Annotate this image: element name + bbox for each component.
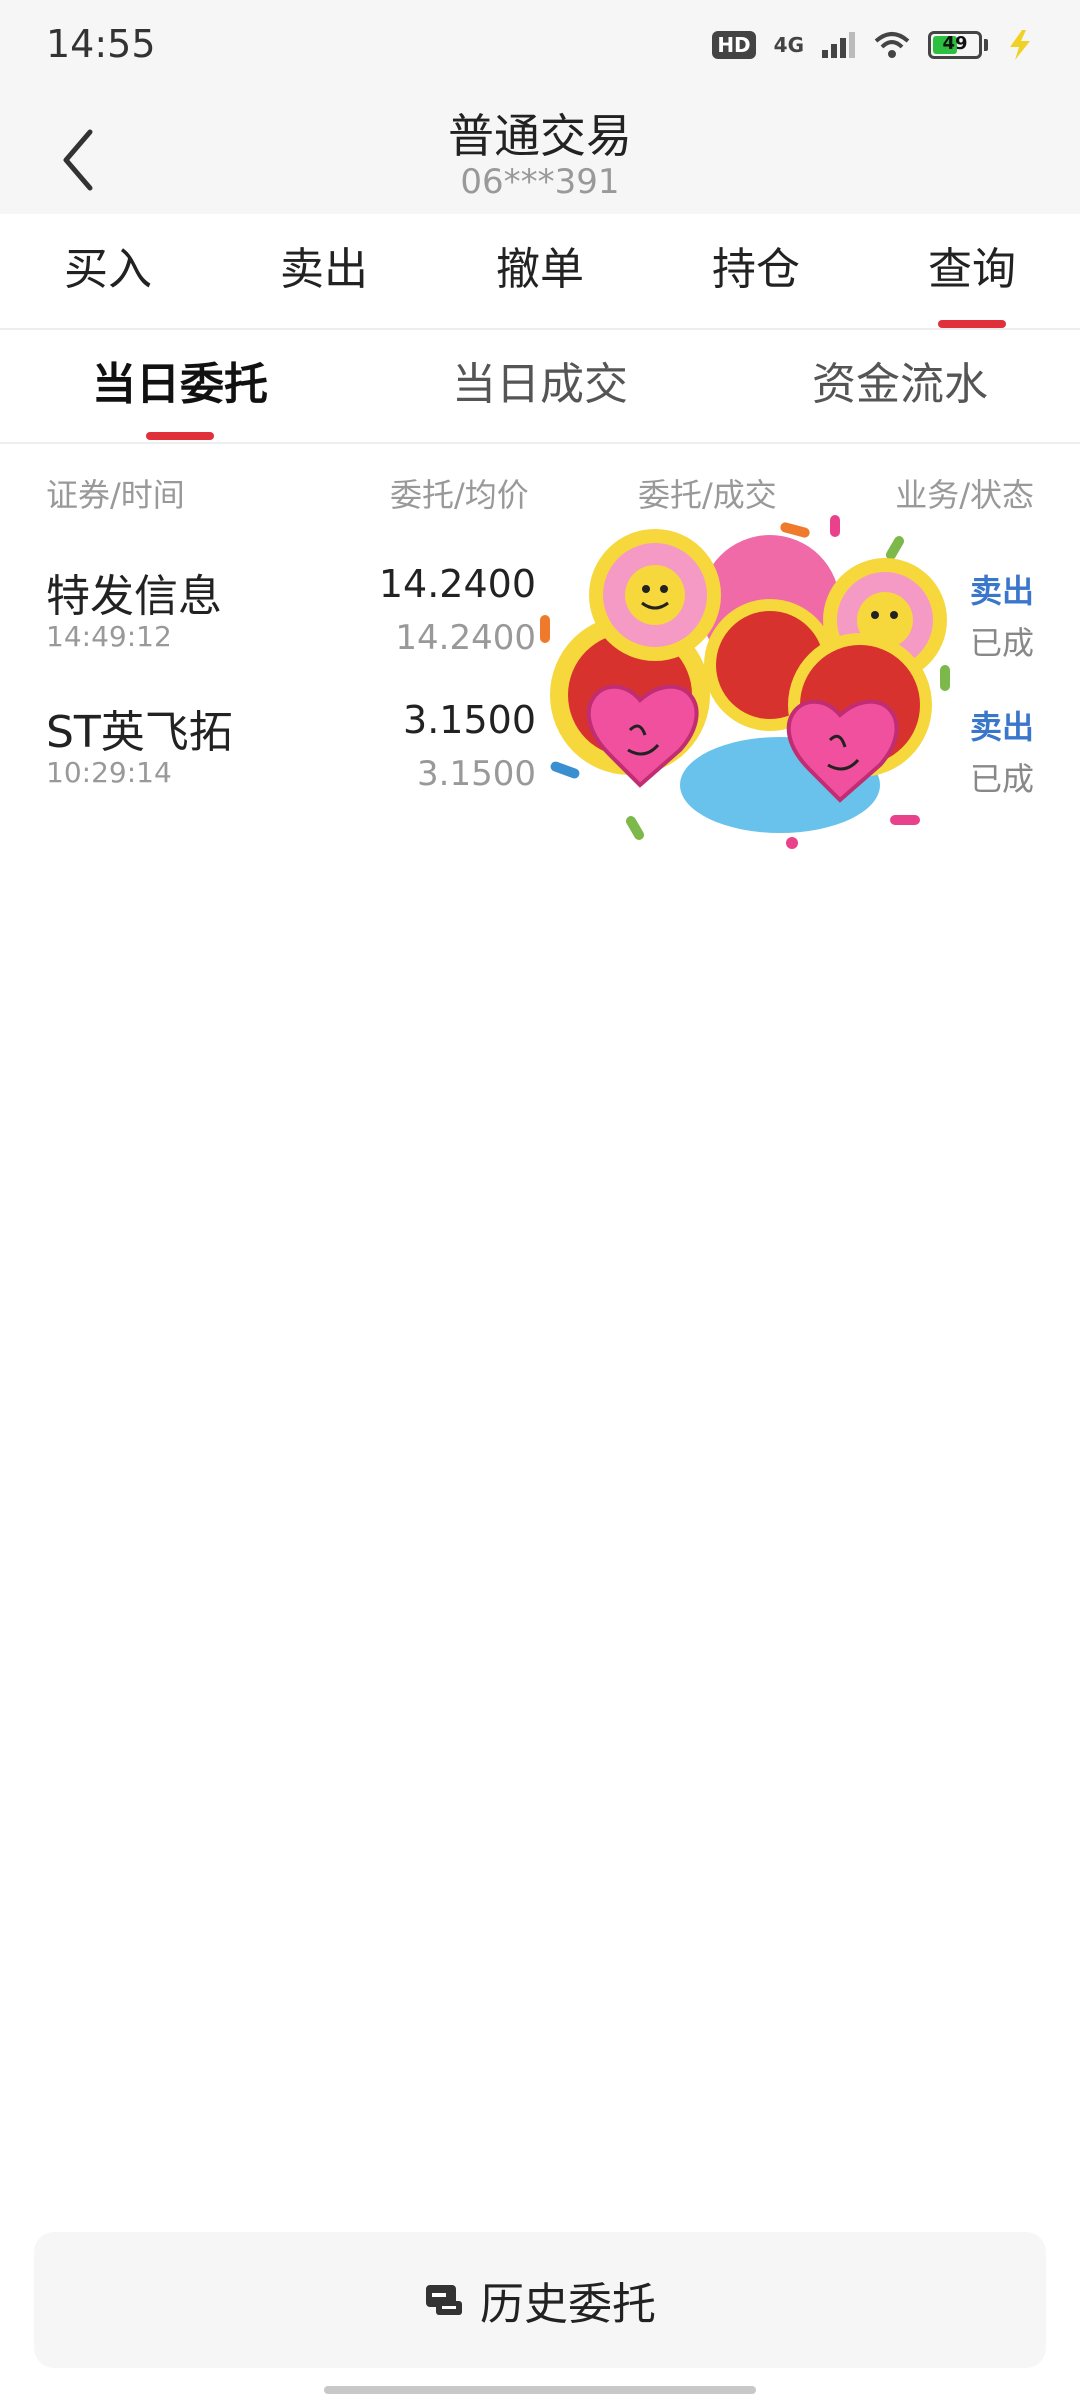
hd-icon: HD xyxy=(712,31,756,59)
order-price: 14.2400 xyxy=(378,562,536,606)
history-orders-label: 历史委托 xyxy=(480,2279,656,2330)
subtab-fund-flow[interactable]: 资金流水 xyxy=(720,330,1080,442)
status-bar: 14:55 HD 4G 49 xyxy=(0,0,1080,96)
tab-positions[interactable]: 持仓 xyxy=(648,214,864,328)
page-header: 普通交易 06***391 xyxy=(0,96,1080,214)
status-time: 14:55 xyxy=(46,22,156,66)
network-type: 4G xyxy=(773,33,804,57)
subtab-today-trades[interactable]: 当日成交 xyxy=(360,330,720,442)
tab-cancel[interactable]: 撤单 xyxy=(432,214,648,328)
page-title: 普通交易 xyxy=(448,109,632,163)
wifi-icon xyxy=(874,32,910,58)
battery-level: 49 xyxy=(942,33,968,54)
order-time: 10:29:14 xyxy=(46,756,172,789)
tab-buy[interactable]: 买入 xyxy=(0,214,216,328)
history-orders-button[interactable]: 历史委托 xyxy=(34,2232,1046,2368)
security-name: 特发信息 xyxy=(46,571,222,622)
sticker-decoration xyxy=(540,515,950,849)
tab-sell[interactable]: 卖出 xyxy=(216,214,432,328)
order-price: 3.1500 xyxy=(403,698,536,742)
column-business-status: 业务/状态 xyxy=(895,476,1034,514)
history-icon xyxy=(426,2285,462,2315)
column-order-filled: 委托/成交 xyxy=(638,476,777,514)
table-header: 证券/时间 委托/均价 委托/成交 业务/状态 xyxy=(0,470,1080,520)
sub-tabs: 当日委托 当日成交 资金流水 xyxy=(0,330,1080,444)
security-name: ST英飞拓 xyxy=(46,707,233,758)
lightning-icon xyxy=(1010,30,1030,60)
average-price: 3.1500 xyxy=(417,754,536,794)
subtab-today-orders[interactable]: 当日委托 xyxy=(0,330,360,442)
status-icons: HD 4G 49 xyxy=(712,30,1034,60)
column-order-avg: 委托/均价 xyxy=(390,476,529,514)
average-price: 14.2400 xyxy=(395,618,536,658)
battery-cap xyxy=(984,39,988,51)
account-id: 06***391 xyxy=(460,162,620,202)
home-indicator[interactable] xyxy=(324,2386,756,2394)
main-tabs: 买入 卖出 撤单 持仓 查询 xyxy=(0,214,1080,330)
signal-icon xyxy=(822,32,855,58)
order-time: 14:49:12 xyxy=(46,620,172,653)
column-security-time: 证券/时间 xyxy=(46,476,185,514)
battery-icon: 49 xyxy=(928,31,982,59)
tab-query[interactable]: 查询 xyxy=(864,214,1080,328)
